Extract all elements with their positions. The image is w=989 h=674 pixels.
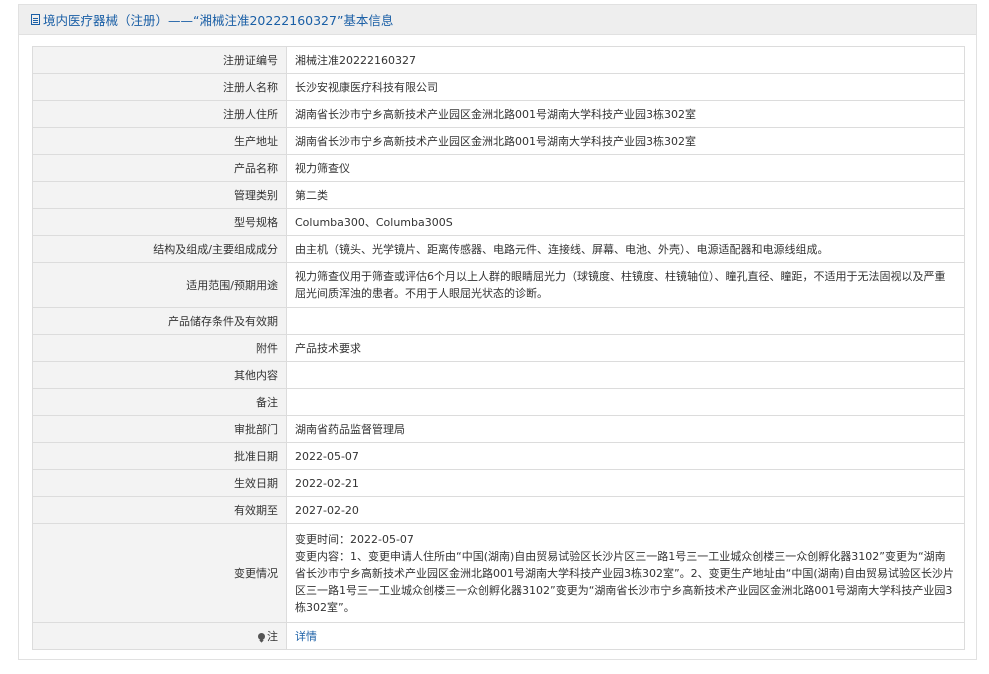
- note-label: 注: [267, 629, 278, 643]
- page-title: 境内医疗器械（注册）——“湘械注准20222160327”基本信息: [43, 13, 394, 28]
- table-row: 注册人名称 长沙安视康医疗科技有限公司: [32, 73, 965, 101]
- row-value: 湘械注准20222160327: [286, 46, 965, 74]
- table-row: 附件 产品技术要求: [32, 334, 965, 362]
- table-row: 注册人住所 湖南省长沙市宁乡高新技术产业园区金洲北路001号湖南大学科技产业园3…: [32, 100, 965, 128]
- table-row: 审批部门 湖南省药品监督管理局: [32, 415, 965, 443]
- row-value: 产品技术要求: [286, 334, 965, 362]
- row-value: 2022-02-21: [286, 469, 965, 497]
- table-row: 批准日期 2022-05-07: [32, 442, 965, 470]
- row-label: 注册人住所: [32, 100, 287, 128]
- table-row: 结构及组成/主要组成成分 由主机（镜头、光学镜片、距离传感器、电路元件、连接线、…: [32, 235, 965, 263]
- change-time: 变更时间：2022-05-07: [295, 532, 414, 546]
- row-value: 由主机（镜头、光学镜片、距离传感器、电路元件、连接线、屏幕、电池、外壳）、电源适…: [286, 235, 965, 263]
- table-row: 产品储存条件及有效期: [32, 307, 965, 335]
- row-label: 产品储存条件及有效期: [32, 307, 287, 335]
- row-label: 管理类别: [32, 181, 287, 209]
- pin-icon: [258, 633, 265, 640]
- row-label: 注册证编号: [32, 46, 287, 74]
- row-value: 2027-02-20: [286, 496, 965, 524]
- panel-header: 境内医疗器械（注册）——“湘械注准20222160327”基本信息: [19, 5, 976, 35]
- row-value: [286, 307, 965, 335]
- row-label: 产品名称: [32, 154, 287, 182]
- document-icon: [31, 14, 40, 25]
- row-label: 批准日期: [32, 442, 287, 470]
- table-row: 生效日期 2022-02-21: [32, 469, 965, 497]
- info-table: 注册证编号 湘械注准20222160327 注册人名称 长沙安视康医疗科技有限公…: [32, 46, 965, 650]
- row-value: Columba300、Columba300S: [286, 208, 965, 236]
- table-row: 生产地址 湖南省长沙市宁乡高新技术产业园区金洲北路001号湖南大学科技产业园3栋…: [32, 127, 965, 155]
- info-panel: 境内医疗器械（注册）——“湘械注准20222160327”基本信息 注册证编号 …: [18, 4, 977, 660]
- row-value: 视力筛查仪: [286, 154, 965, 182]
- row-label: 附件: [32, 334, 287, 362]
- row-label: 有效期至: [32, 496, 287, 524]
- note-value: 详情: [286, 622, 965, 650]
- table-row: 备注: [32, 388, 965, 416]
- row-value: [286, 361, 965, 389]
- row-label: 生产地址: [32, 127, 287, 155]
- table-row: 管理类别 第二类: [32, 181, 965, 209]
- table-row: 产品名称 视力筛查仪: [32, 154, 965, 182]
- row-value: [286, 388, 965, 416]
- row-label: 生效日期: [32, 469, 287, 497]
- row-value: 湖南省长沙市宁乡高新技术产业园区金洲北路001号湖南大学科技产业园3栋302室: [286, 127, 965, 155]
- change-label: 变更情况: [32, 523, 287, 623]
- change-content: 变更内容：1、变更申请人住所由“中国(湖南)自由贸易试验区长沙片区三一路1号三一…: [295, 549, 954, 614]
- change-value: 变更时间：2022-05-07 变更内容：1、变更申请人住所由“中国(湖南)自由…: [286, 523, 965, 623]
- row-label: 型号规格: [32, 208, 287, 236]
- table-row: 型号规格 Columba300、Columba300S: [32, 208, 965, 236]
- row-value: 湖南省长沙市宁乡高新技术产业园区金洲北路001号湖南大学科技产业园3栋302室: [286, 100, 965, 128]
- change-row: 变更情况 变更时间：2022-05-07 变更内容：1、变更申请人住所由“中国(…: [32, 523, 965, 623]
- row-value: 第二类: [286, 181, 965, 209]
- row-label: 适用范围/预期用途: [32, 262, 287, 308]
- table-row: 其他内容: [32, 361, 965, 389]
- row-label: 结构及组成/主要组成成分: [32, 235, 287, 263]
- row-label: 审批部门: [32, 415, 287, 443]
- row-value: 2022-05-07: [286, 442, 965, 470]
- detail-link[interactable]: 详情: [295, 630, 317, 643]
- row-value: 视力筛查仪用于筛查或评估6个月以上人群的眼睛屈光力（球镜度、柱镜度、柱镜轴位）、…: [286, 262, 965, 308]
- row-value: 湖南省药品监督管理局: [286, 415, 965, 443]
- note-row: 注 详情: [32, 622, 965, 650]
- table-row: 有效期至 2027-02-20: [32, 496, 965, 524]
- table-row: 注册证编号 湘械注准20222160327: [32, 46, 965, 74]
- row-label: 备注: [32, 388, 287, 416]
- row-label: 其他内容: [32, 361, 287, 389]
- row-value: 长沙安视康医疗科技有限公司: [286, 73, 965, 101]
- table-row: 适用范围/预期用途 视力筛查仪用于筛查或评估6个月以上人群的眼睛屈光力（球镜度、…: [32, 262, 965, 308]
- note-label-cell: 注: [32, 622, 287, 650]
- row-label: 注册人名称: [32, 73, 287, 101]
